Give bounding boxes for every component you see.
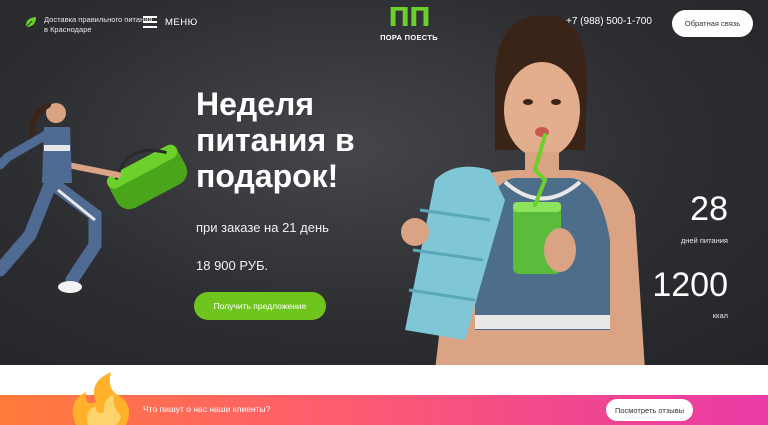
menu-link[interactable]: МЕНЮ	[165, 17, 198, 28]
stat-days-value: 28	[690, 190, 728, 228]
callback-button[interactable]: Обратная связь	[672, 10, 753, 37]
logo-mark: ПП	[388, 3, 431, 33]
phone-link[interactable]: +7 (988) 500-1-700	[566, 16, 652, 27]
get-offer-button[interactable]: Получить предложение	[194, 292, 326, 320]
running-woman-image	[0, 102, 188, 293]
logo-name: ПОРА ПОЕСТЬ	[380, 33, 438, 42]
stat-kcal-value: 1200	[652, 266, 728, 304]
hero-title: Неделя питания в подарок!	[196, 86, 355, 194]
logo[interactable]: ПП ПОРА ПОЕСТЬ	[374, 4, 444, 42]
leaf-icon	[25, 17, 36, 28]
hero-price: 18 900 РУБ.	[196, 258, 269, 273]
hero-subtitle: при заказе на 21 день	[196, 220, 329, 235]
view-reviews-button[interactable]: Посмотреть отзывы	[606, 399, 693, 421]
hamburger-menu-icon[interactable]	[143, 16, 157, 28]
woman-with-smoothie-image	[401, 15, 645, 370]
delivery-tagline: Доставка правильного питания в Краснодар…	[44, 15, 153, 34]
hero-section: Доставка правильного питания в Краснодар…	[0, 0, 768, 370]
reviews-question: Что пишут о нас наши клиенты?	[143, 404, 271, 414]
flame-icon	[72, 372, 130, 425]
stat-days-label: дней питания	[680, 236, 728, 245]
stat-kcal-label: ккал	[712, 311, 728, 320]
